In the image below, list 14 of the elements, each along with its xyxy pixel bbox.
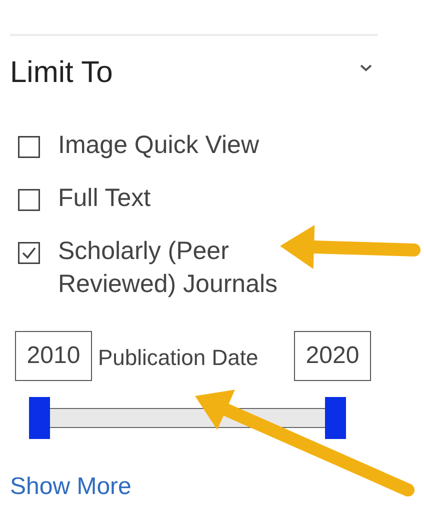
- year-input-field[interactable]: 2020: [294, 331, 371, 381]
- checkbox[interactable]: [18, 136, 40, 158]
- option-label: Full Text: [58, 183, 152, 214]
- option-label: Image Quick View: [58, 130, 260, 161]
- date-label: Publication Date: [98, 346, 260, 370]
- checkbox[interactable]: [18, 242, 40, 264]
- slider-handle[interactable]: [29, 397, 50, 439]
- year-input-field[interactable]: 2010: [15, 331, 92, 381]
- chevron-icon[interactable]: [360, 64, 372, 72]
- slider-handle[interactable]: [325, 397, 346, 439]
- option-label: Scholarly (Peer Reviewed) Journals: [58, 236, 279, 300]
- show-more-link[interactable]: Show More: [10, 473, 132, 501]
- panel-title: Limit To: [10, 56, 113, 90]
- checkbox[interactable]: [18, 189, 40, 211]
